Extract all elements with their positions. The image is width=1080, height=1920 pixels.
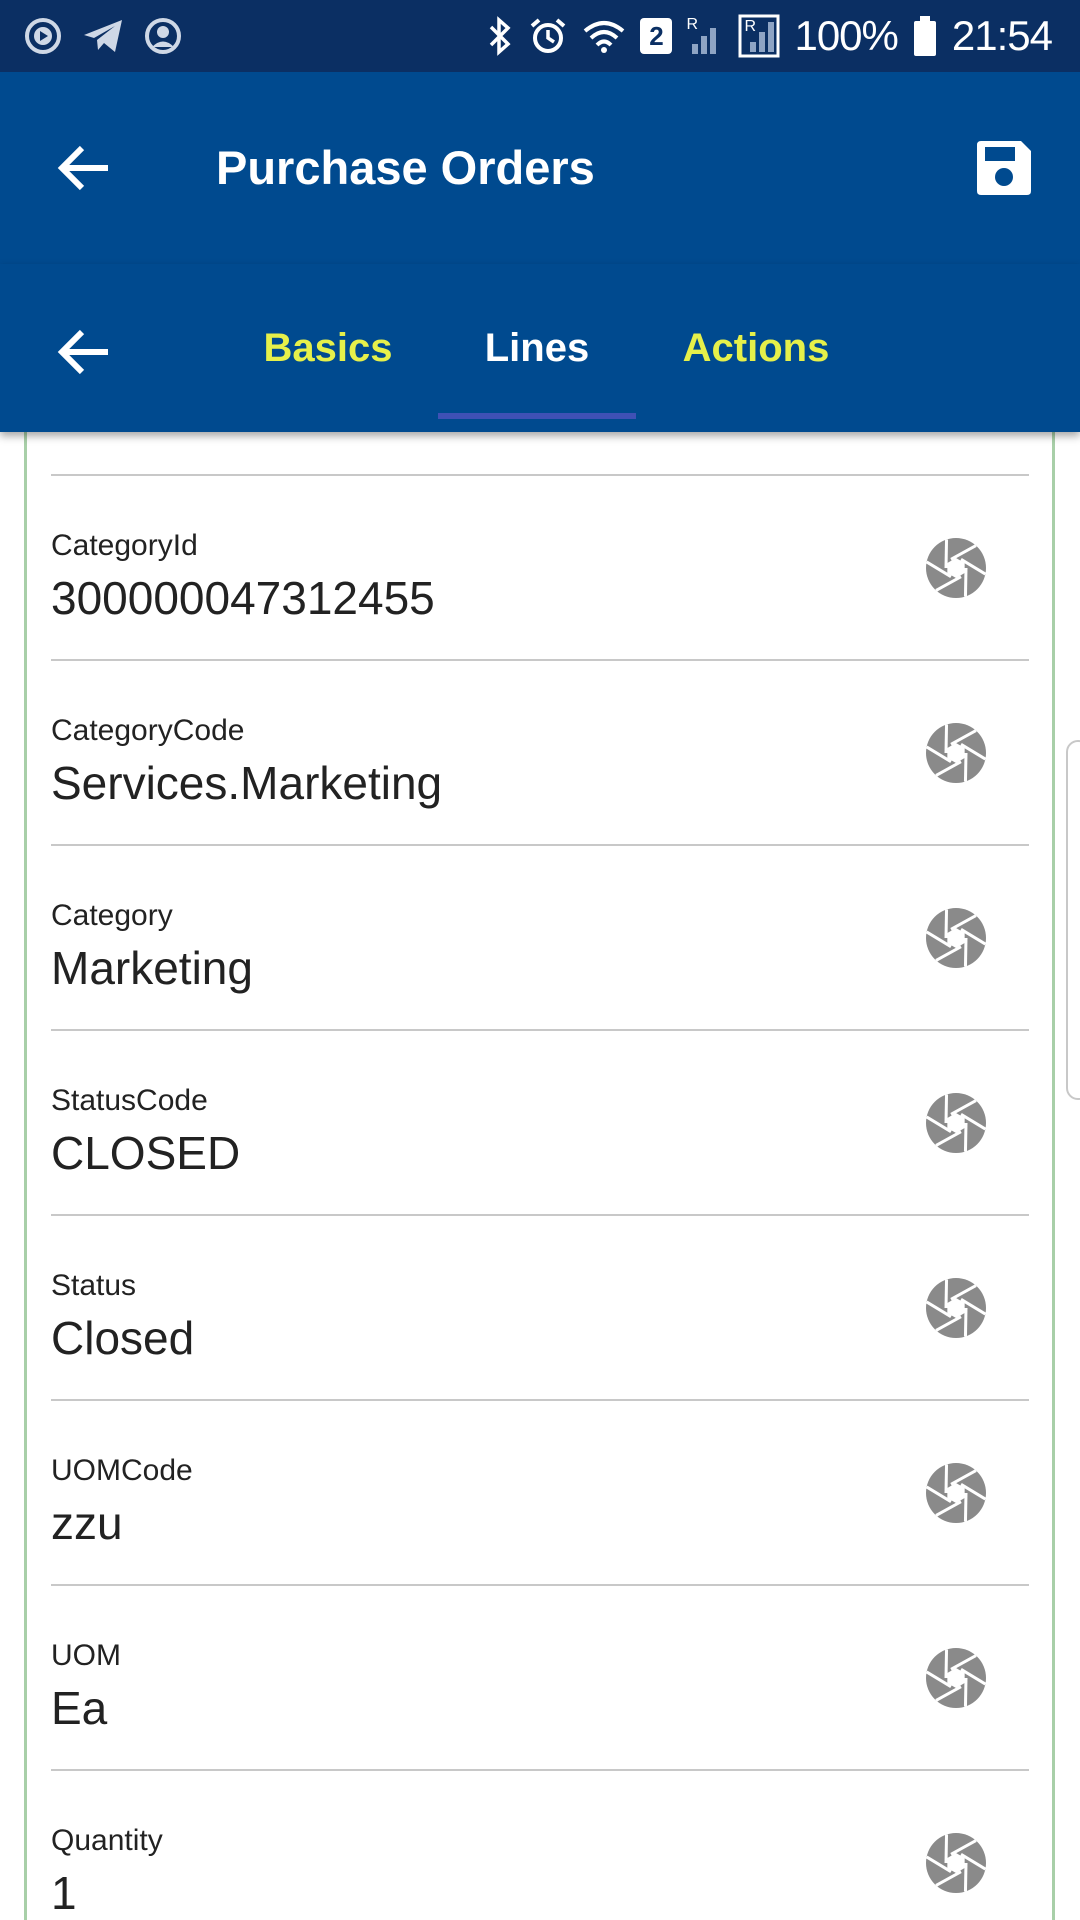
field-action-button[interactable] bbox=[924, 1646, 988, 1710]
tab-lines[interactable]: Lines bbox=[438, 264, 636, 432]
shutter-icon bbox=[925, 908, 987, 968]
field-value: CLOSED bbox=[51, 1127, 241, 1179]
account-circle-icon bbox=[144, 17, 182, 55]
field-category-code: CategoryCode Services.Marketing bbox=[51, 661, 1029, 846]
field-action-button[interactable] bbox=[924, 1461, 988, 1525]
field-value: 1 bbox=[51, 1867, 77, 1919]
tab-basics[interactable]: Basics bbox=[238, 264, 418, 432]
shutter-icon bbox=[925, 1463, 987, 1523]
field-value: Services.Marketing bbox=[51, 757, 443, 809]
status-bar: 2 R R 100% 21:54 bbox=[0, 0, 1080, 72]
field-value: Closed bbox=[51, 1312, 195, 1364]
active-tab-indicator bbox=[438, 413, 636, 419]
field-uom-code: UOMCode zzu bbox=[51, 1401, 1029, 1586]
tab-bar: Basics Lines Actions bbox=[0, 264, 1080, 432]
field-value: Marketing bbox=[51, 942, 253, 994]
app-bar: Purchase Orders bbox=[0, 72, 1080, 264]
field-label: Category bbox=[51, 899, 173, 932]
signal-roaming-label: R bbox=[686, 16, 699, 33]
shutter-icon bbox=[925, 1093, 987, 1153]
field-label: Quantity bbox=[51, 1824, 163, 1857]
save-button[interactable] bbox=[968, 132, 1040, 204]
card-border-right bbox=[1052, 432, 1055, 1920]
field-category: Category Marketing bbox=[51, 846, 1029, 1031]
field-value: Ea bbox=[51, 1682, 108, 1734]
field-label: UOM bbox=[51, 1639, 121, 1672]
status-bar-notifications bbox=[24, 16, 182, 56]
lines-detail-list[interactable]: CategoryId 300000047312455 CategoryCode … bbox=[0, 432, 1080, 1920]
field-uom: UOM Ea bbox=[51, 1586, 1029, 1771]
tab-actions[interactable]: Actions bbox=[660, 264, 852, 432]
play-circle-icon bbox=[24, 17, 62, 55]
signal-roaming-label-2: R bbox=[744, 18, 757, 35]
field-action-button[interactable] bbox=[924, 721, 988, 785]
field-label: CategoryId bbox=[51, 529, 198, 562]
field-quantity: Quantity 1 bbox=[51, 1771, 1029, 1920]
alarm-icon bbox=[528, 16, 568, 56]
arrow-left-icon bbox=[57, 329, 108, 375]
field-action-button[interactable] bbox=[924, 906, 988, 970]
scrollbar-handle[interactable] bbox=[1066, 740, 1080, 1100]
field-action-button[interactable] bbox=[924, 1276, 988, 1340]
status-bar-system: 2 R R 100% 21:54 bbox=[486, 12, 1053, 60]
sim-badge-icon: 2 bbox=[640, 18, 673, 54]
field-value: 300000047312455 bbox=[51, 572, 435, 624]
tab-back-button[interactable] bbox=[52, 320, 116, 384]
shutter-icon bbox=[925, 723, 987, 783]
field-status: Status Closed bbox=[51, 1216, 1029, 1401]
shutter-icon bbox=[925, 1278, 987, 1338]
sim-badge-number: 2 bbox=[649, 20, 664, 51]
battery-percentage: 100% bbox=[794, 12, 898, 59]
shutter-icon bbox=[925, 1648, 987, 1708]
save-icon bbox=[977, 141, 1031, 195]
clock: 21:54 bbox=[951, 12, 1053, 59]
field-label: Status bbox=[51, 1269, 137, 1302]
shutter-icon bbox=[925, 1833, 987, 1893]
page-title: Purchase Orders bbox=[216, 141, 595, 194]
field-action-button[interactable] bbox=[924, 536, 988, 600]
field-action-button[interactable] bbox=[924, 1831, 988, 1895]
battery-icon bbox=[912, 15, 938, 57]
bluetooth-icon bbox=[486, 16, 514, 56]
field-label: CategoryCode bbox=[51, 714, 245, 747]
field-value: zzu bbox=[51, 1497, 123, 1549]
signal-icon-2: R bbox=[738, 14, 780, 58]
field-label: UOMCode bbox=[51, 1454, 193, 1487]
signal-icon-1: R bbox=[686, 16, 724, 56]
telegram-icon bbox=[82, 17, 124, 55]
shutter-icon bbox=[925, 538, 987, 598]
field-label: StatusCode bbox=[51, 1084, 208, 1117]
arrow-left-icon bbox=[57, 145, 108, 191]
field-category-id: CategoryId 300000047312455 bbox=[51, 476, 1029, 661]
field-status-code: StatusCode CLOSED bbox=[51, 1031, 1029, 1216]
back-button[interactable] bbox=[52, 136, 116, 200]
card-border-left bbox=[24, 432, 27, 1920]
field-action-button[interactable] bbox=[924, 1091, 988, 1155]
wifi-icon bbox=[582, 17, 626, 55]
